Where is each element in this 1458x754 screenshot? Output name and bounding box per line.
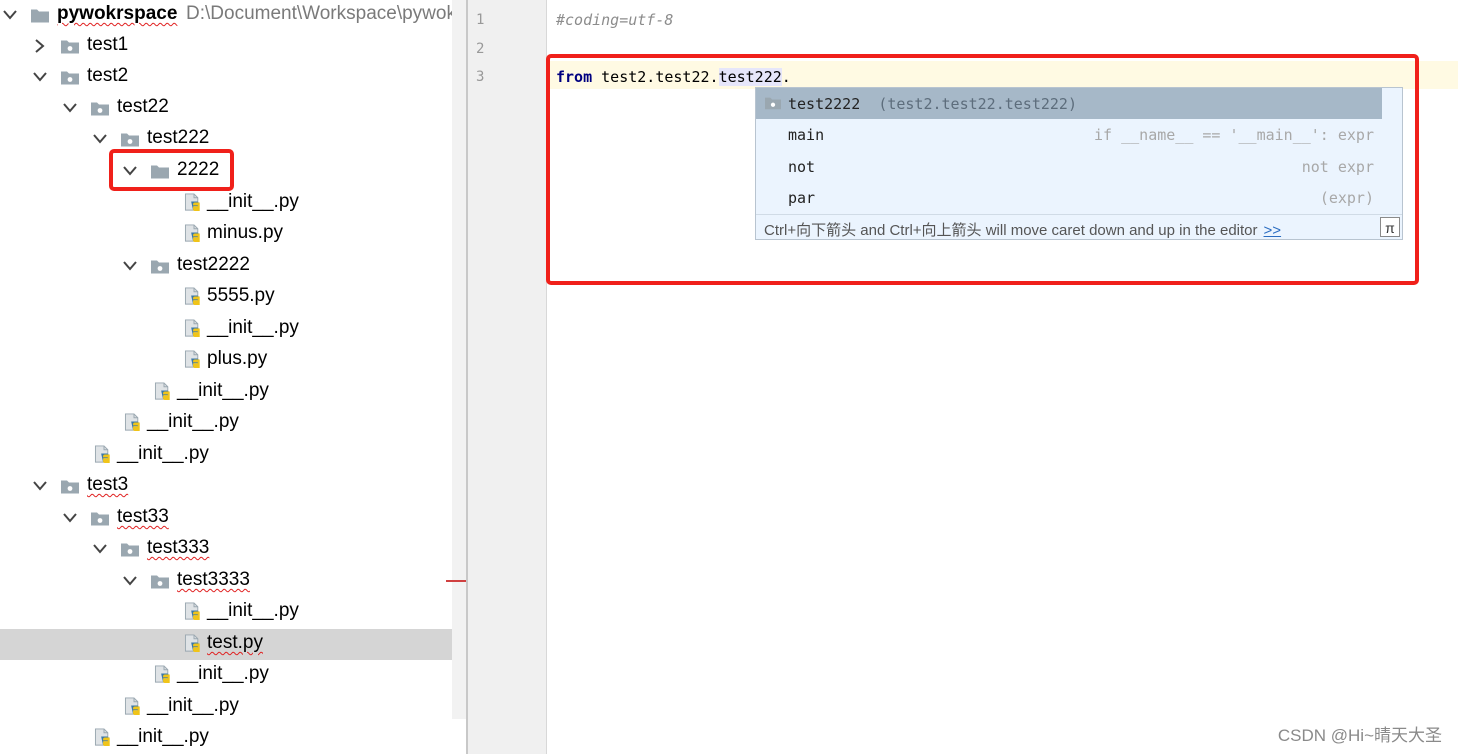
python-file-icon bbox=[184, 602, 204, 621]
tree-item-label: test3333 bbox=[177, 569, 250, 590]
package-folder-icon bbox=[90, 99, 110, 118]
tree-item-test33[interactable]: test33 bbox=[0, 503, 452, 534]
tree-item-label: minus.py bbox=[207, 222, 284, 243]
tree-item-file[interactable]: __init__.py bbox=[0, 314, 452, 345]
package-folder-icon bbox=[120, 130, 140, 149]
tree-item-label: test222 bbox=[147, 127, 210, 148]
python-file-icon bbox=[124, 697, 144, 716]
tree-item-test3333[interactable]: test3333 bbox=[0, 566, 452, 597]
tree-item-label: plus.py bbox=[207, 348, 268, 369]
python-file-icon bbox=[184, 350, 204, 369]
package-folder-icon bbox=[60, 68, 80, 87]
tree-item-label: __init__.py bbox=[147, 411, 239, 432]
tree-item-test2222[interactable]: test2222 bbox=[0, 251, 452, 282]
chevron-down-icon[interactable] bbox=[122, 566, 138, 597]
tree-item-label: test.py bbox=[207, 632, 263, 653]
python-file-icon bbox=[184, 224, 204, 243]
tree-item-file[interactable]: __init__.py bbox=[0, 440, 452, 471]
chevron-down-icon[interactable] bbox=[2, 0, 18, 31]
line-number: 1 bbox=[476, 12, 485, 28]
tree-item-file[interactable]: __init__.py bbox=[0, 377, 452, 408]
python-file-icon bbox=[94, 728, 114, 747]
error-stripe-marker[interactable] bbox=[446, 580, 466, 582]
tree-item-test333[interactable]: test333 bbox=[0, 534, 452, 565]
code-comment: #coding=utf-8 bbox=[556, 11, 674, 29]
package-folder-icon bbox=[60, 37, 80, 56]
tree-item-label: test333 bbox=[147, 537, 210, 558]
tree-item-label: __init__.py bbox=[207, 600, 299, 621]
tree-item-test1[interactable]: test1 bbox=[0, 31, 452, 62]
tree-item-label: __init__.py bbox=[147, 695, 239, 716]
line-number: 3 bbox=[476, 69, 485, 85]
python-file-icon bbox=[184, 193, 204, 212]
tree-item-label: 5555.py bbox=[207, 285, 275, 306]
tree-item-file[interactable]: __init__.py bbox=[0, 660, 452, 691]
tree-root-path: D:\Document\Workspace\pywokrspace bbox=[186, 3, 466, 24]
tree-item-label: test3 bbox=[87, 474, 129, 495]
annotation-box-popup bbox=[546, 54, 1419, 285]
tree-item-label: __init__.py bbox=[117, 726, 209, 747]
tree-item-label: test1 bbox=[87, 34, 129, 55]
tree-item-test22[interactable]: test22 bbox=[0, 93, 452, 124]
tree-item-test3[interactable]: test3 bbox=[0, 471, 452, 502]
python-file-icon bbox=[184, 287, 204, 306]
python-file-icon bbox=[124, 413, 144, 432]
tree-item-file[interactable]: plus.py bbox=[0, 345, 452, 376]
package-folder-icon bbox=[90, 509, 110, 528]
chevron-down-icon[interactable] bbox=[32, 471, 48, 502]
python-file-icon bbox=[154, 382, 174, 401]
tree-item-test2[interactable]: test2 bbox=[0, 62, 452, 93]
chevron-right-icon[interactable] bbox=[32, 31, 48, 62]
tree-item-file[interactable]: __init__.py bbox=[0, 723, 452, 754]
folder-icon bbox=[30, 6, 50, 25]
tree-root[interactable]: pywokrspace D:\Document\Workspace\pywokr… bbox=[0, 0, 466, 31]
project-tree: pywokrspace D:\Document\Workspace\pywokr… bbox=[0, 0, 466, 754]
tree-item-label: __init__.py bbox=[207, 317, 299, 338]
python-file-icon bbox=[154, 665, 174, 684]
tree-item-file[interactable]: __init__.py bbox=[0, 597, 452, 628]
chevron-down-icon[interactable] bbox=[92, 124, 108, 155]
line-number: 2 bbox=[476, 41, 485, 57]
chevron-down-icon[interactable] bbox=[92, 534, 108, 565]
package-folder-icon bbox=[120, 540, 140, 559]
chevron-down-icon[interactable] bbox=[62, 93, 78, 124]
line-number-gutter: 1 2 3 bbox=[468, 0, 547, 754]
package-folder-icon bbox=[60, 477, 80, 496]
tree-item-label: test22 bbox=[117, 96, 169, 117]
tree-item-label: __init__.py bbox=[177, 380, 269, 401]
tree-scrollbar[interactable] bbox=[452, 0, 466, 719]
python-file-icon bbox=[94, 445, 114, 464]
package-folder-icon bbox=[150, 257, 170, 276]
tree-item-file[interactable]: 5555.py bbox=[0, 282, 452, 313]
tree-root-label: pywokrspace bbox=[57, 3, 178, 24]
chevron-down-icon[interactable] bbox=[62, 503, 78, 534]
python-file-icon bbox=[184, 634, 204, 653]
tree-item-label: test2 bbox=[87, 65, 129, 86]
tree-item-label: __init__.py bbox=[117, 443, 209, 464]
tree-item-file[interactable]: __init__.py bbox=[0, 408, 452, 439]
tree-item-file[interactable]: __init__.py bbox=[0, 692, 452, 723]
package-folder-icon bbox=[150, 572, 170, 591]
tree-item-label: __init__.py bbox=[207, 191, 299, 212]
annotation-box-folder bbox=[109, 149, 234, 191]
chevron-down-icon[interactable] bbox=[32, 62, 48, 93]
watermark: CSDN @Hi~晴天大圣 bbox=[1277, 726, 1442, 745]
tree-item-file[interactable]: minus.py bbox=[0, 219, 452, 250]
chevron-down-icon[interactable] bbox=[122, 251, 138, 282]
tree-item-label: test33 bbox=[117, 506, 169, 527]
tree-item-selected[interactable]: test.py bbox=[0, 629, 452, 660]
tree-item-label: __init__.py bbox=[177, 663, 269, 684]
tree-item-label: test2222 bbox=[177, 254, 250, 275]
python-file-icon bbox=[184, 319, 204, 338]
tree-item-file[interactable]: __init__.py bbox=[0, 188, 452, 219]
